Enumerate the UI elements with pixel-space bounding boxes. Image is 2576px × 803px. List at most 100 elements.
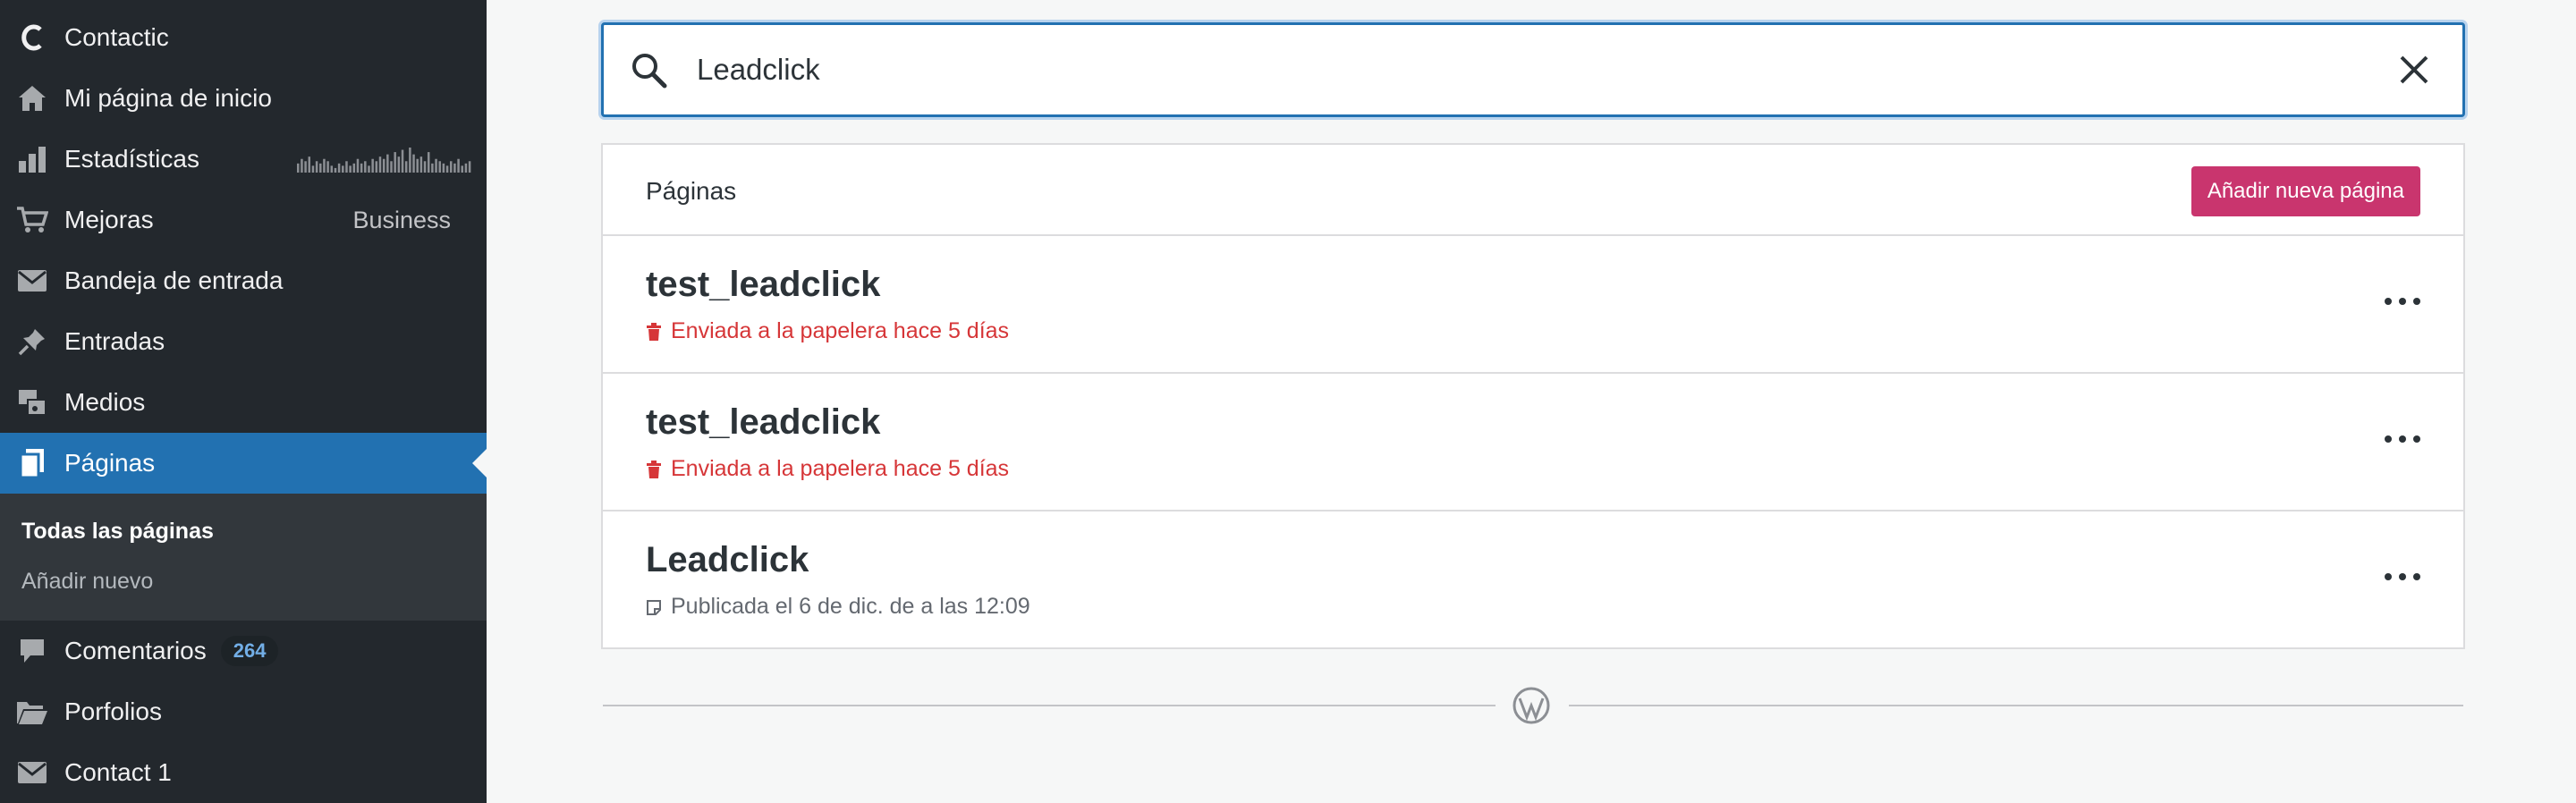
pages-list-header: Páginas Añadir nueva página bbox=[603, 145, 2463, 236]
mail-icon bbox=[16, 757, 48, 789]
sidebar-item-label: Contact 1 bbox=[64, 758, 172, 786]
page-status: Enviada a la papelera hace 5 días bbox=[646, 318, 1009, 344]
sparkline-bar bbox=[442, 163, 445, 173]
sparkline-bar bbox=[319, 163, 322, 173]
pin-icon bbox=[16, 325, 48, 358]
pages-search-box bbox=[601, 22, 2465, 117]
sidebar-item-inbox[interactable]: Bandeja de entrada bbox=[0, 250, 487, 311]
sparkline-bar bbox=[416, 158, 419, 173]
search-input[interactable] bbox=[695, 52, 2396, 88]
sparkline-bar bbox=[304, 161, 307, 173]
sidebar-item-label: Páginas bbox=[64, 449, 156, 477]
sparkline-bar bbox=[326, 161, 329, 173]
sparkline-bar bbox=[449, 161, 453, 173]
page-title[interactable]: Leadclick bbox=[646, 540, 809, 580]
sidebar-item-upgrades[interactable]: Mejoras Business bbox=[0, 190, 487, 250]
sparkline-bar bbox=[323, 158, 326, 173]
stats-sparkline bbox=[297, 148, 471, 173]
admin-sidebar: Contactic Mi página de inicio Estadístic… bbox=[0, 0, 487, 803]
sidebar-item-comments[interactable]: Comentarios 264 bbox=[0, 621, 487, 681]
folder-icon bbox=[16, 696, 48, 728]
sparkline-bar bbox=[461, 165, 463, 173]
search-icon[interactable] bbox=[629, 50, 668, 89]
sparkline-bar bbox=[315, 161, 318, 173]
mail-icon bbox=[16, 265, 48, 297]
sparkline-bar bbox=[464, 163, 468, 173]
sidebar-item-label: Porfolios bbox=[64, 697, 162, 725]
footer-divider-left bbox=[603, 705, 1496, 706]
sparkline-bar bbox=[409, 148, 411, 173]
page-row[interactable]: Leadclick Publicada el 6 de dic. de a la… bbox=[603, 511, 2463, 649]
page-title[interactable]: test_leadclick bbox=[646, 402, 880, 443]
sparkline-bar bbox=[404, 161, 408, 173]
page-status-text: Enviada a la papelera hace 5 días bbox=[671, 318, 1010, 343]
sparkline-bar bbox=[364, 161, 367, 173]
trash-icon bbox=[647, 322, 661, 341]
sparkline-bar bbox=[349, 165, 352, 173]
sparkline-bar bbox=[371, 158, 374, 173]
sparkline-bar bbox=[330, 165, 334, 173]
page-row[interactable]: test_leadclick Enviada a la papelera hac… bbox=[603, 236, 2463, 374]
sidebar-item-stats[interactable]: Estadísticas bbox=[0, 129, 487, 190]
published-page-icon bbox=[647, 599, 661, 615]
sparkline-bar bbox=[301, 158, 303, 173]
sidebar-item-contactic[interactable]: Contactic bbox=[0, 7, 487, 68]
contactic-logo-icon bbox=[16, 21, 48, 54]
sparkline-bar bbox=[382, 158, 386, 173]
sparkline-bar bbox=[419, 156, 423, 173]
sparkline-bar bbox=[397, 156, 401, 173]
sparkline-bar bbox=[438, 161, 441, 173]
sidebar-item-label: Entradas bbox=[64, 327, 165, 355]
sidebar-item-contact-1[interactable]: Contact 1 bbox=[0, 742, 487, 803]
sparkline-bar bbox=[368, 165, 370, 173]
pages-icon bbox=[16, 447, 48, 479]
sparkline-bar bbox=[356, 158, 360, 173]
active-indicator bbox=[472, 449, 487, 478]
sparkline-bar bbox=[390, 161, 393, 173]
cart-icon bbox=[16, 204, 48, 236]
sidebar-item-portfolios[interactable]: Porfolios bbox=[0, 681, 487, 742]
sparkline-bar bbox=[423, 161, 427, 173]
sparkline-bar bbox=[345, 161, 348, 173]
pages-submenu: Todas las páginas Añadir nuevo bbox=[0, 494, 487, 621]
sparkline-bar bbox=[431, 163, 434, 173]
more-options-icon[interactable] bbox=[2385, 426, 2420, 452]
sparkline-bar bbox=[360, 163, 363, 173]
sparkline-bar bbox=[412, 154, 415, 173]
sidebar-item-posts[interactable]: Entradas bbox=[0, 311, 487, 372]
add-new-page-button[interactable]: Añadir nueva página bbox=[2190, 166, 2420, 216]
page-status: Publicada el 6 de dic. de a las 12:09 bbox=[646, 594, 1030, 620]
sparkline-bar bbox=[311, 165, 315, 173]
trash-icon bbox=[647, 460, 661, 478]
sidebar-item-label: Mejoras bbox=[64, 206, 154, 233]
sparkline-bar bbox=[468, 161, 471, 173]
page-status-text: Enviada a la papelera hace 5 días bbox=[671, 456, 1010, 481]
sparkline-bar bbox=[386, 154, 389, 173]
sidebar-item-label: Estadísticas bbox=[64, 145, 199, 173]
sidebar-item-label: Contactic bbox=[64, 23, 169, 51]
page-row[interactable]: test_leadclick Enviada a la papelera hac… bbox=[603, 374, 2463, 511]
sparkline-bar bbox=[401, 149, 404, 173]
sidebar-item-home[interactable]: Mi página de inicio bbox=[0, 68, 487, 129]
more-options-icon[interactable] bbox=[2385, 288, 2420, 315]
sidebar-item-pages[interactable]: Páginas bbox=[0, 433, 487, 494]
sparkline-bar bbox=[334, 167, 337, 173]
sparkline-bar bbox=[453, 163, 456, 173]
section-title: Páginas bbox=[646, 177, 737, 205]
plan-label: Business bbox=[352, 206, 451, 233]
page-status: Enviada a la papelera hace 5 días bbox=[646, 456, 1009, 482]
submenu-all-pages[interactable]: Todas las páginas bbox=[21, 519, 214, 545]
sparkline-bar bbox=[297, 163, 300, 173]
sparkline-bar bbox=[352, 163, 356, 173]
clear-search-icon[interactable] bbox=[2396, 52, 2432, 88]
sidebar-item-label: Bandeja de entrada bbox=[64, 266, 284, 294]
sidebar-item-media[interactable]: Medios bbox=[0, 372, 487, 433]
sidebar-item-label: Comentarios bbox=[64, 637, 207, 664]
page-title[interactable]: test_leadclick bbox=[646, 265, 880, 305]
sparkline-bar bbox=[337, 163, 341, 173]
submenu-add-new[interactable]: Añadir nuevo bbox=[21, 569, 153, 595]
sparkline-bar bbox=[308, 156, 311, 173]
more-options-icon[interactable] bbox=[2385, 563, 2420, 590]
comment-icon bbox=[16, 635, 48, 667]
sparkline-bar bbox=[457, 158, 460, 173]
